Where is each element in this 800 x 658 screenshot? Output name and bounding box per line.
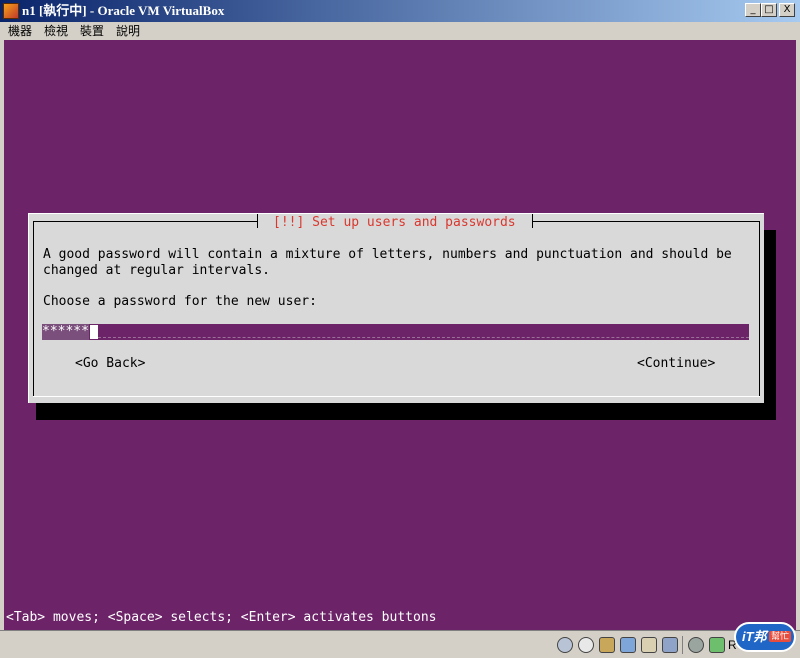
usb-icon[interactable] [599, 637, 615, 653]
keyboard-help-line: <Tab> moves; <Space> selects; <Enter> ac… [6, 610, 437, 625]
dialog-frame [33, 221, 34, 396]
go-back-button[interactable]: <Go Back> [75, 356, 145, 372]
menu-view[interactable]: 檢視 [44, 24, 68, 38]
watermark-text: iT邦 [742, 629, 767, 644]
close-button[interactable]: X [779, 3, 795, 17]
dialog-frame [257, 214, 258, 228]
virtualbox-icon[interactable] [3, 3, 19, 19]
network-icon[interactable] [620, 637, 636, 653]
dialog-frame [33, 396, 760, 397]
menu-help[interactable]: 說明 [116, 24, 140, 38]
continue-button[interactable]: <Continue> [637, 356, 715, 372]
dialog-frame [532, 214, 533, 228]
dialog-frame [33, 221, 257, 222]
installer-dialog: [!!] Set up users and passwords A good p… [28, 213, 764, 403]
window-title: n1 [執行中] - Oracle VM VirtualBox [22, 3, 225, 18]
dialog-frame [533, 221, 759, 222]
shared-folder-icon[interactable] [641, 637, 657, 653]
watermark-logo: iT邦 幫忙 [734, 622, 796, 652]
mouse-integration-icon[interactable] [688, 637, 704, 653]
password-prompt: Choose a password for the new user: [43, 294, 317, 309]
maximize-button[interactable]: □ [761, 3, 777, 17]
dialog-frame [759, 221, 760, 396]
vm-display[interactable]: [!!] Set up users and passwords A good p… [4, 40, 796, 630]
window-titlebar[interactable]: n1 [執行中] - Oracle VM VirtualBox _ □ X [0, 0, 800, 22]
menu-devices[interactable]: 裝置 [80, 24, 104, 38]
password-value: ****** [42, 324, 89, 340]
dialog-description: A good password will contain a mixture o… [43, 247, 732, 278]
password-input[interactable]: ****** [42, 324, 749, 340]
dialog-title: [!!] Set up users and passwords [273, 215, 516, 230]
minimize-button[interactable]: _ [745, 3, 761, 17]
input-underline [98, 337, 749, 339]
display-icon[interactable] [662, 637, 678, 653]
optical-drive-icon[interactable] [578, 637, 594, 653]
menu-machine[interactable]: 機器 [8, 24, 32, 38]
menu-bar: 機器 檢視 裝置 說明 [0, 22, 800, 40]
status-separator [682, 636, 683, 654]
text-cursor [90, 325, 98, 339]
hard-disk-icon[interactable] [557, 637, 573, 653]
watermark-badge: 幫忙 [769, 631, 792, 642]
status-bar: R [0, 630, 800, 658]
arrow-down-icon[interactable] [709, 637, 725, 653]
